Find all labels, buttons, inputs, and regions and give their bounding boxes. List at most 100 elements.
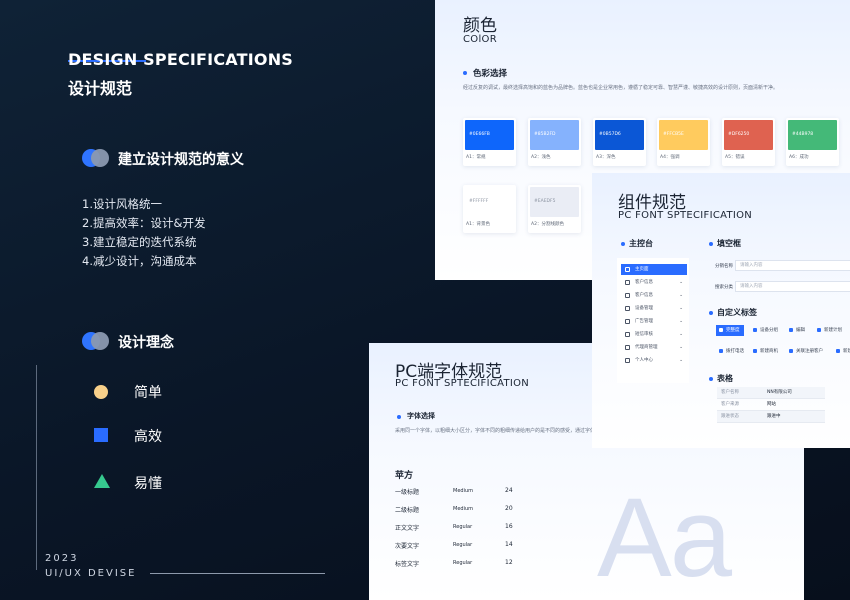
tag-call[interactable]: 拨打电话 bbox=[716, 346, 748, 357]
tag-label: 编辑 bbox=[796, 328, 805, 333]
input-placeholder: 请输入内容 bbox=[740, 284, 763, 289]
profile-icon bbox=[625, 358, 630, 363]
color-swatch-card: #0B57D6 A3：深色 bbox=[593, 118, 646, 166]
swatch-label: A1：背景色 bbox=[466, 222, 490, 227]
tag-new[interactable]: 新建 bbox=[833, 346, 850, 357]
tag-completeness[interactable]: 完整度 bbox=[716, 325, 744, 336]
sidebar-item-agents[interactable]: 代理商管理 ⌄ bbox=[621, 342, 687, 353]
font-row-size: 24 bbox=[505, 487, 513, 494]
swatch-hex: #44B978 bbox=[792, 132, 814, 137]
font-row-size: 14 bbox=[505, 541, 513, 548]
tag-device-group[interactable]: 设备分组 bbox=[750, 325, 782, 336]
sidebar-item-customer-2[interactable]: 客户信息 ⌄ bbox=[621, 290, 687, 301]
swatch-hex: #DF6250 bbox=[728, 132, 750, 137]
header-title-cn: 设计规范 bbox=[68, 79, 133, 98]
device-icon bbox=[625, 306, 630, 311]
sidebar-menu: 主页面 客户信息 ⌄ 客户信息 ⌄ 设备管理 ⌄ 广告管理 ⌄ 短信审核 ⌄ 代理商管理 ⌄… bbox=[617, 258, 689, 383]
bullet-dot bbox=[621, 242, 625, 246]
swatch-label: A3：深色 bbox=[596, 155, 616, 160]
sidebar-item-sms[interactable]: 短信审核 ⌄ bbox=[621, 329, 687, 340]
font-row-size: 20 bbox=[505, 505, 513, 512]
tag-icon bbox=[753, 328, 757, 332]
color-swatch-card: #EAEDF5 A2：分割线颜色 bbox=[528, 185, 581, 233]
color-swatch-card: #FFCB5E A4：强调 bbox=[657, 118, 710, 166]
swatch-fill: #FFFFFF bbox=[465, 187, 514, 217]
sidebar-item-home[interactable]: 主页面 bbox=[621, 264, 687, 275]
agent-icon bbox=[625, 345, 630, 350]
color-section-title: 色彩选择 bbox=[473, 69, 508, 79]
tag-label: 拨打电话 bbox=[726, 349, 744, 354]
swatch-hex: #FFFFFF bbox=[469, 199, 489, 204]
tag-new-opportunity[interactable]: 新建商机 bbox=[750, 346, 782, 357]
tag-icon bbox=[719, 328, 723, 332]
font-spec-row: 正文文字 Regular 16 bbox=[395, 523, 525, 535]
swatch-label: A1：常规 bbox=[466, 155, 486, 160]
swatch-label: A2：分割线颜色 bbox=[531, 222, 564, 227]
message-icon bbox=[625, 332, 630, 337]
font-row-name: 一级标题 bbox=[395, 489, 420, 496]
distribution-name-input[interactable]: 请输入内容 bbox=[735, 260, 850, 271]
color-swatch-card: #DF6250 A5：错误 bbox=[722, 118, 775, 166]
footer-line bbox=[150, 573, 325, 574]
sidebar-item-label: 短信审核 bbox=[635, 332, 653, 337]
year-label: 2023 bbox=[45, 553, 79, 564]
user-icon bbox=[625, 280, 630, 285]
font-row-size: 12 bbox=[505, 559, 513, 566]
chevron-down-icon: ⌄ bbox=[679, 358, 683, 363]
table-row: 客户来源 网站 bbox=[717, 399, 825, 411]
table-cell-value: NN有限公司 bbox=[767, 390, 792, 395]
swatch-hex: #0E66FB bbox=[469, 132, 490, 137]
bullet-dot bbox=[709, 311, 713, 315]
swatch-hex: #85B2FD bbox=[534, 132, 556, 137]
font-row-weight: Medium bbox=[453, 506, 473, 512]
home-icon bbox=[625, 267, 630, 272]
comp-card-subtitle: PC FONT SPTECIFICATION bbox=[618, 210, 753, 221]
tags-section-title: 自定义标签 bbox=[717, 308, 757, 317]
sidebar-item-profile[interactable]: 个人中心 ⌄ bbox=[621, 355, 687, 366]
field-label: 分销名称 bbox=[715, 264, 733, 269]
ad-icon bbox=[625, 319, 630, 324]
plus-icon bbox=[836, 349, 840, 353]
component-spec-card: 组件规范 PC FONT SPTECIFICATION 主控台 主页面 客户信息… bbox=[592, 173, 850, 448]
bullet-dot bbox=[397, 415, 401, 419]
chevron-down-icon: ⌄ bbox=[679, 280, 683, 285]
sidebar-item-label: 客户信息 bbox=[635, 293, 653, 298]
tag-link-customer[interactable]: 关联注册客户 bbox=[786, 346, 827, 357]
swatch-label: A6：成功 bbox=[789, 155, 809, 160]
sidebar-item-label: 设备管理 bbox=[635, 306, 653, 311]
font-row-size: 16 bbox=[505, 523, 513, 530]
tag-label: 新建计划 bbox=[824, 328, 842, 333]
swatch-fill: #EAEDF5 bbox=[530, 187, 579, 217]
search-category-input[interactable]: 请输入内容 bbox=[735, 281, 850, 292]
font-spec-row: 二级标题 Medium 20 bbox=[395, 505, 525, 517]
sidebar-item-ads[interactable]: 广告管理 ⌄ bbox=[621, 316, 687, 327]
reason-item: 1.设计风格统一 bbox=[82, 197, 162, 211]
sidebar-item-devices[interactable]: 设备管理 ⌄ bbox=[621, 303, 687, 314]
bullet-dot bbox=[709, 377, 713, 381]
bullet-dot bbox=[463, 71, 467, 75]
sidebar-item-label: 客户信息 bbox=[635, 280, 653, 285]
table-cell-value: 网站 bbox=[767, 402, 776, 407]
font-row-weight: Regular bbox=[453, 542, 473, 548]
font-family-name: 苹方 bbox=[395, 471, 414, 481]
tag-new-plan[interactable]: 新建计划 bbox=[814, 325, 846, 336]
vertical-divider bbox=[36, 365, 37, 570]
concept-easy: 易懂 bbox=[134, 476, 162, 492]
swatch-label: A5：错误 bbox=[725, 155, 745, 160]
font-row-weight: Regular bbox=[453, 560, 473, 566]
sidebar-item-label: 主页面 bbox=[635, 267, 649, 272]
section-meaning-title: 建立设计规范的意义 bbox=[118, 152, 244, 168]
big-aa-glyph: Aa bbox=[597, 475, 732, 600]
font-description: 采用同一个字体，以粗细大小区分，字体不同的粗细传递给用户的是不同的感受，通过字体… bbox=[395, 428, 606, 434]
reason-item: 4.减少设计，沟通成本 bbox=[82, 254, 197, 268]
console-section-title: 主控台 bbox=[629, 239, 653, 248]
font-section-title: 字体选择 bbox=[407, 412, 435, 420]
tag-edit[interactable]: 编辑 bbox=[786, 325, 809, 336]
concept-simple: 简单 bbox=[134, 385, 162, 401]
font-row-name: 标签文字 bbox=[395, 561, 420, 568]
plus-icon bbox=[817, 328, 821, 332]
swatch-fill: #0B57D6 bbox=[595, 120, 644, 150]
table-cell-value: 跟进中 bbox=[767, 414, 781, 419]
sidebar-item-customer[interactable]: 客户信息 ⌄ bbox=[621, 277, 687, 288]
font-card-subtitle: PC FONT SPTECIFICATION bbox=[395, 378, 530, 389]
